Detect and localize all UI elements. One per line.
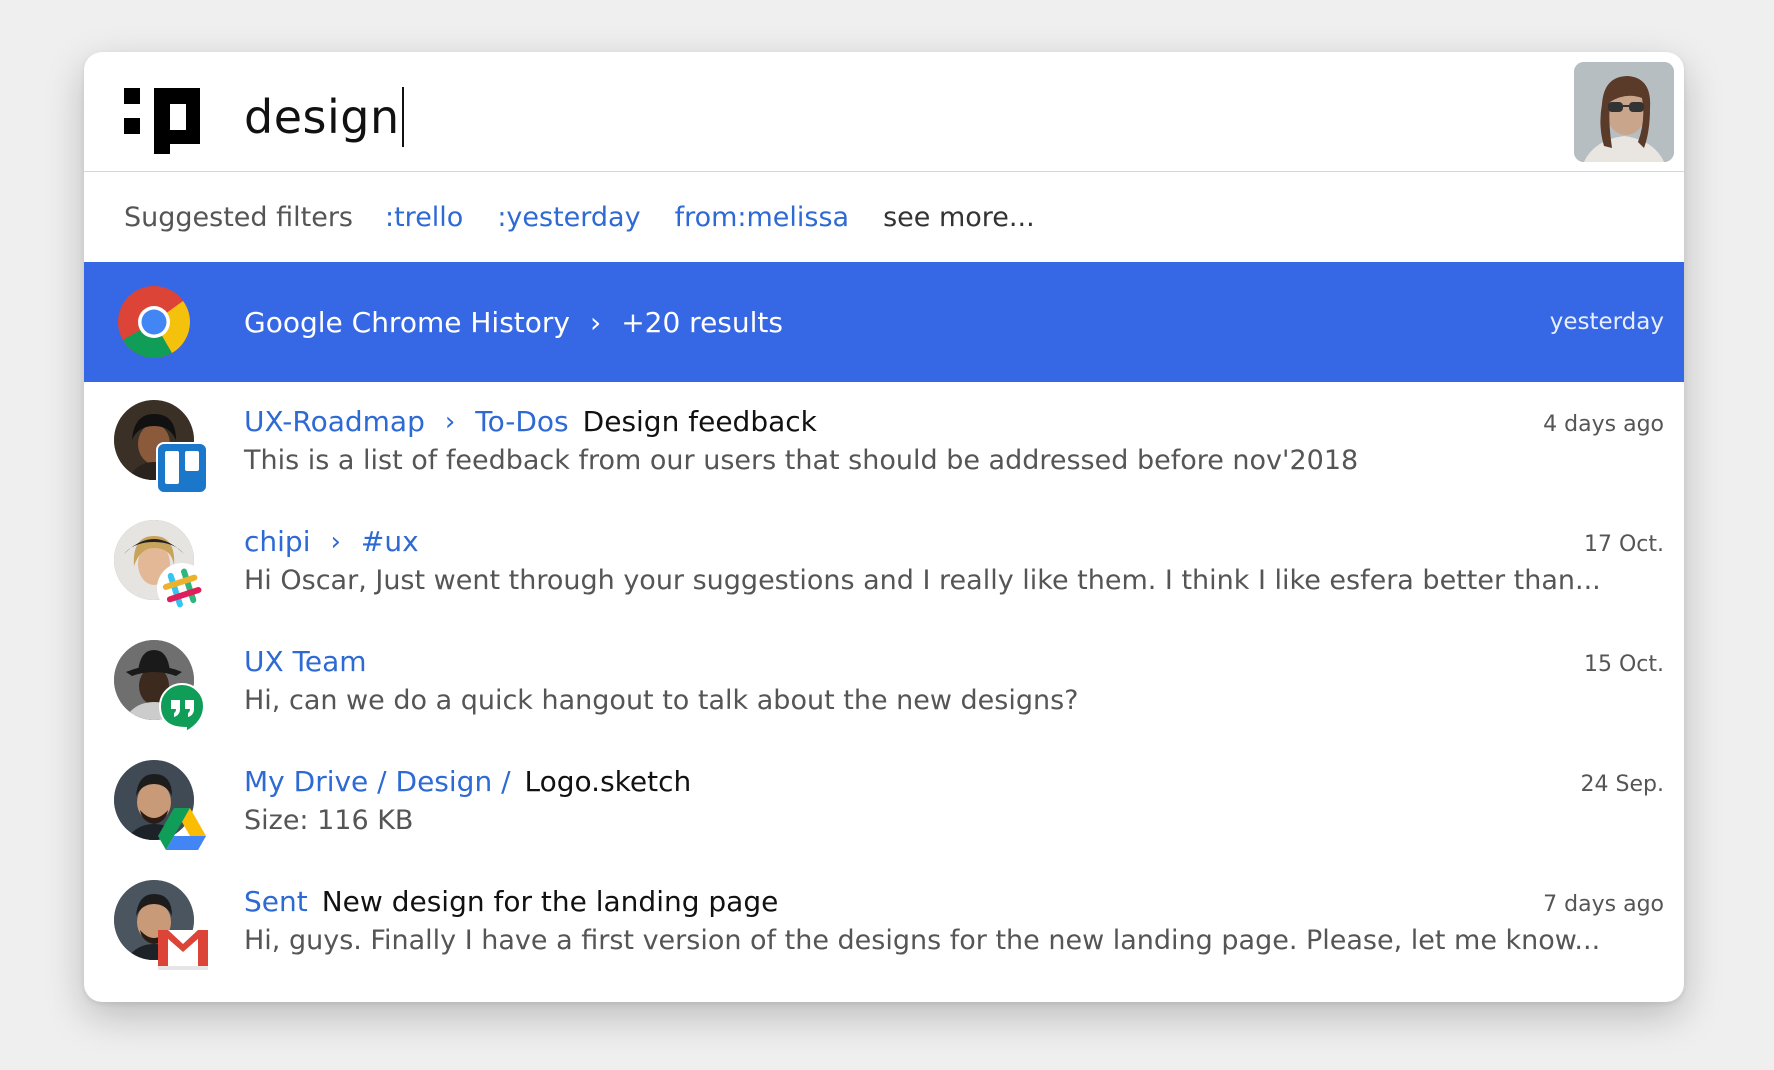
result-row-drive[interactable]: My Drive / Design / Logo.sketch Size: 11… (84, 742, 1684, 862)
result-title: Design feedback (582, 405, 817, 438)
result-time: 24 Sep. (1580, 772, 1664, 797)
result-title-line: UX-Roadmap › To-Dos Design feedback (244, 405, 817, 438)
result-avatar-group (114, 400, 208, 494)
highlight-title: Google Chrome History › +20 results (244, 262, 783, 382)
result-channel: #ux (360, 525, 419, 558)
result-user: chipi (244, 525, 311, 558)
result-row-trello[interactable]: UX-Roadmap › To-Dos Design feedback This… (84, 382, 1684, 502)
filter-yesterday[interactable]: :yesterday (497, 202, 640, 233)
highlight-count: +20 results (621, 305, 783, 339)
result-snippet: Hi Oscar, Just went through your suggest… (244, 565, 1601, 596)
app-logo-icon (124, 88, 206, 154)
result-conversation: UX Team (244, 645, 367, 678)
result-mailbox: Sent (244, 885, 308, 918)
user-avatar[interactable] (1574, 62, 1674, 162)
gmail-icon (158, 930, 208, 970)
chrome-icon (118, 286, 190, 358)
result-title-line: Sent New design for the landing page (244, 885, 778, 918)
chevron-right-icon: › (444, 406, 456, 437)
result-title-line: chipi › #ux (244, 525, 419, 558)
result-avatar-group (114, 760, 206, 850)
result-time: 4 days ago (1543, 412, 1664, 437)
result-title-line: My Drive / Design / Logo.sketch (244, 765, 691, 798)
filter-from-melissa[interactable]: from:melissa (675, 202, 850, 233)
text-caret (401, 87, 404, 147)
chevron-right-icon: › (330, 526, 341, 557)
chevron-right-icon: › (589, 305, 602, 339)
result-board: UX-Roadmap (244, 405, 425, 438)
user-photo (1574, 62, 1674, 162)
result-snippet: Size: 116 KB (244, 805, 414, 836)
result-snippet: Hi, guys. Finally I have a first version… (244, 925, 1601, 956)
result-time: 17 Oct. (1583, 532, 1664, 557)
result-time: 7 days ago (1543, 892, 1664, 917)
result-row-gmail[interactable]: Sent New design for the landing page Hi,… (84, 862, 1684, 982)
result-title: New design for the landing page (321, 885, 779, 918)
search-bar: design (84, 52, 1684, 172)
result-snippet: This is a list of feedback from our user… (244, 445, 1359, 476)
suggested-filters: Suggested filters :trello :yesterday fro… (124, 172, 1035, 262)
see-more-link[interactable]: see more... (883, 202, 1035, 233)
result-avatar-group (114, 880, 208, 970)
highlight-source: Google Chrome History (244, 305, 570, 339)
filter-trello[interactable]: :trello (385, 202, 463, 233)
result-row-slack[interactable]: chipi › #ux Hi Oscar, Just went through … (84, 502, 1684, 622)
hangouts-icon (158, 682, 206, 734)
search-input[interactable]: design (244, 85, 404, 149)
search-query-text: design (244, 90, 400, 144)
highlight-time: yesterday (1549, 309, 1664, 335)
trello-icon (156, 442, 208, 494)
result-folder-path: My Drive / Design / (244, 765, 511, 798)
result-avatar-group (114, 520, 207, 613)
result-title: Logo.sketch (524, 765, 692, 798)
result-list: To-Dos (475, 405, 569, 438)
result-avatar-group (114, 640, 206, 734)
result-row-hangouts[interactable]: UX Team Hi, can we do a quick hangout to… (84, 622, 1684, 742)
slack-icon (157, 563, 207, 613)
results-list: Google Chrome History › +20 results yest… (84, 262, 1684, 982)
filters-label: Suggested filters (124, 201, 353, 233)
result-chrome-history[interactable]: Google Chrome History › +20 results yest… (84, 262, 1684, 382)
result-title-line: UX Team (244, 645, 367, 678)
google-drive-icon (158, 808, 206, 850)
result-time: 15 Oct. (1583, 652, 1664, 677)
launcher-window: design Suggested filters :trello :yester… (84, 52, 1684, 1002)
result-snippet: Hi, can we do a quick hangout to talk ab… (244, 685, 1079, 716)
